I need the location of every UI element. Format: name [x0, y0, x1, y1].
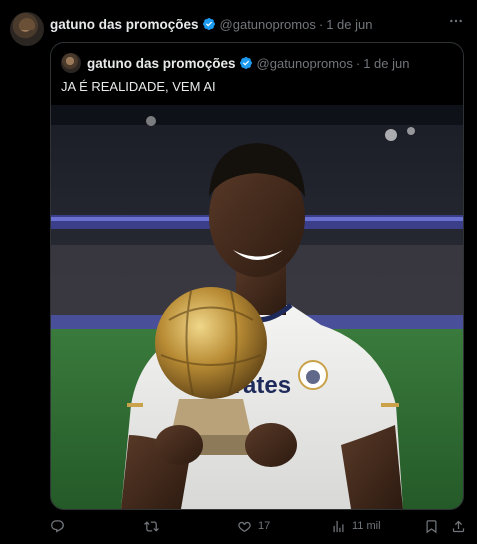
quoted-tweet-text: JA É REALIDADE, VEM AI	[61, 79, 216, 94]
author-handle[interactable]: @gatunopromos	[220, 17, 316, 32]
bookmark-button[interactable]	[424, 516, 439, 536]
reply-button[interactable]	[50, 516, 71, 536]
quoted-author-avatar	[61, 53, 81, 73]
author-name[interactable]: gatuno das promoções	[50, 17, 199, 32]
quoted-author-name: gatuno das promoções	[87, 55, 236, 71]
heart-icon	[238, 521, 251, 532]
views-button[interactable]: 11 mil	[331, 516, 381, 536]
like-count: 17	[258, 520, 271, 532]
quoted-tweet-time: 1 de jun	[363, 55, 410, 71]
verified-badge-icon	[239, 57, 252, 69]
like-button[interactable]: 17	[237, 516, 270, 536]
views-count: 11 mil	[352, 520, 381, 532]
photo-player-with-ballon-dor: irates	[51, 105, 463, 509]
separator-dot: ·	[318, 16, 324, 32]
quoted-tweet[interactable]: gatuno das promoções @gatunopromos · 1 d…	[50, 42, 464, 510]
more-options-icon[interactable]	[445, 10, 467, 32]
verified-badge-icon	[202, 18, 215, 30]
tweet-media-photo[interactable]: irates	[51, 105, 463, 509]
quoted-tweet-header: gatuno das promoções @gatunopromos · 1 d…	[61, 53, 409, 73]
tweet-time[interactable]: 1 de jun	[326, 17, 372, 32]
share-button[interactable]	[451, 516, 466, 536]
analytics-icon	[333, 520, 344, 532]
separator-dot: ·	[355, 55, 361, 71]
share-icon	[452, 520, 465, 532]
quoted-author-handle: @gatunopromos	[256, 55, 353, 71]
repost-button[interactable]	[144, 516, 165, 536]
tweet[interactable]: gatuno das promoções @gatunopromos · 1 d…	[0, 0, 477, 544]
author-avatar[interactable]	[10, 12, 44, 46]
bookmark-icon	[426, 519, 437, 533]
reply-icon	[51, 519, 64, 532]
tweet-header: gatuno das promoções @gatunopromos · 1 d…	[50, 14, 467, 34]
repost-icon	[144, 520, 159, 532]
